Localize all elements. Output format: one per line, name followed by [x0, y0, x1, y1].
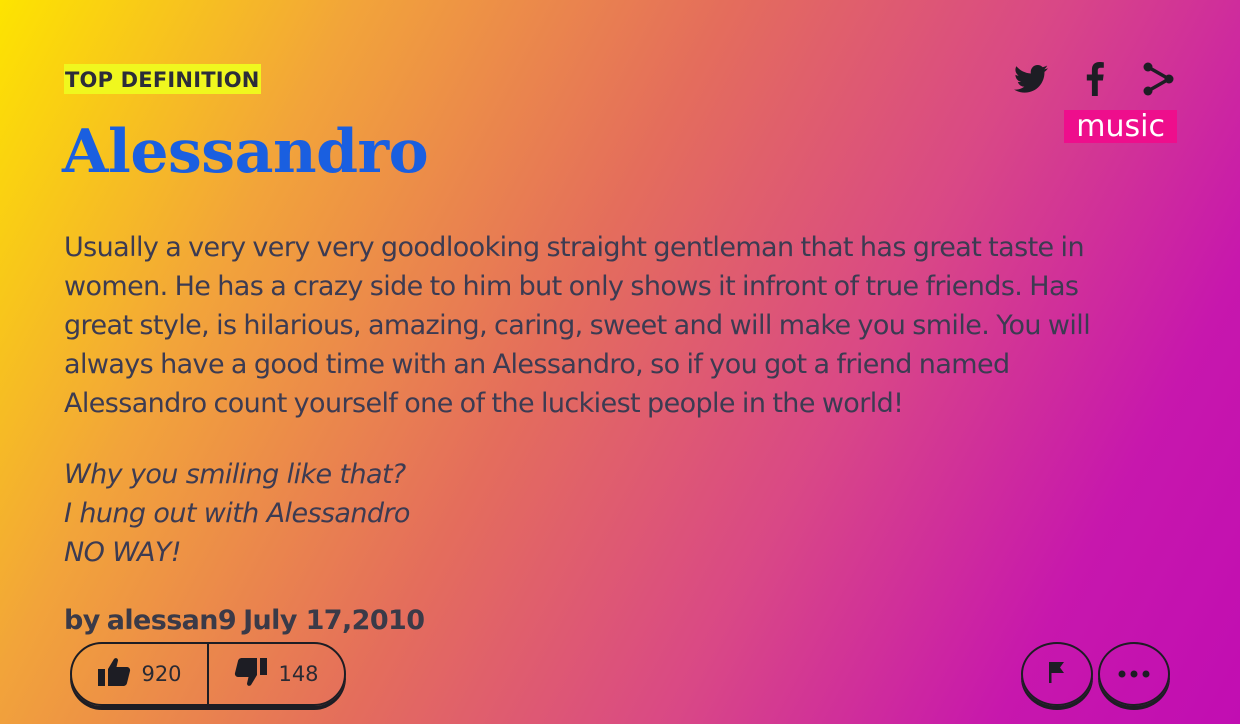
definition-example: Why you smiling like that? I hung out wi…: [64, 455, 1064, 572]
upvote-count: 920: [141, 662, 182, 686]
contributor-line: by alessan9 July 17,2010: [64, 602, 425, 640]
contributor-prefix: by: [64, 605, 100, 636]
example-line: NO WAY!: [64, 537, 182, 568]
downvote-button[interactable]: 148: [209, 644, 344, 704]
example-line: Why you smiling like that?: [64, 459, 406, 490]
upvote-button[interactable]: 920: [72, 644, 209, 704]
author-link[interactable]: alessan9: [107, 605, 237, 636]
flag-icon: [1047, 660, 1067, 689]
example-line: I hung out with Alessandro: [64, 498, 410, 529]
facebook-icon[interactable]: [1078, 60, 1112, 98]
more-icon: [1118, 665, 1150, 683]
downvote-count: 148: [278, 662, 319, 686]
category-tag[interactable]: music: [1064, 110, 1177, 143]
vote-buttons: 920 148: [70, 642, 346, 706]
definition-card: TOP DEFINITION Alessandro music Usually …: [0, 0, 1240, 724]
share-icon[interactable]: [1142, 60, 1176, 98]
thumbs-up-icon: [97, 657, 131, 692]
more-button[interactable]: [1098, 642, 1170, 706]
thumbs-down-icon: [234, 657, 268, 692]
word-title[interactable]: Alessandro: [62, 112, 429, 192]
twitter-icon[interactable]: [1014, 60, 1048, 98]
flag-button[interactable]: [1021, 642, 1093, 706]
top-definition-label: TOP DEFINITION: [64, 64, 261, 94]
definition-meaning: Usually a very very very goodlooking str…: [64, 232, 1091, 419]
post-date: July 17,2010: [243, 605, 425, 636]
share-bar: [1014, 60, 1176, 98]
